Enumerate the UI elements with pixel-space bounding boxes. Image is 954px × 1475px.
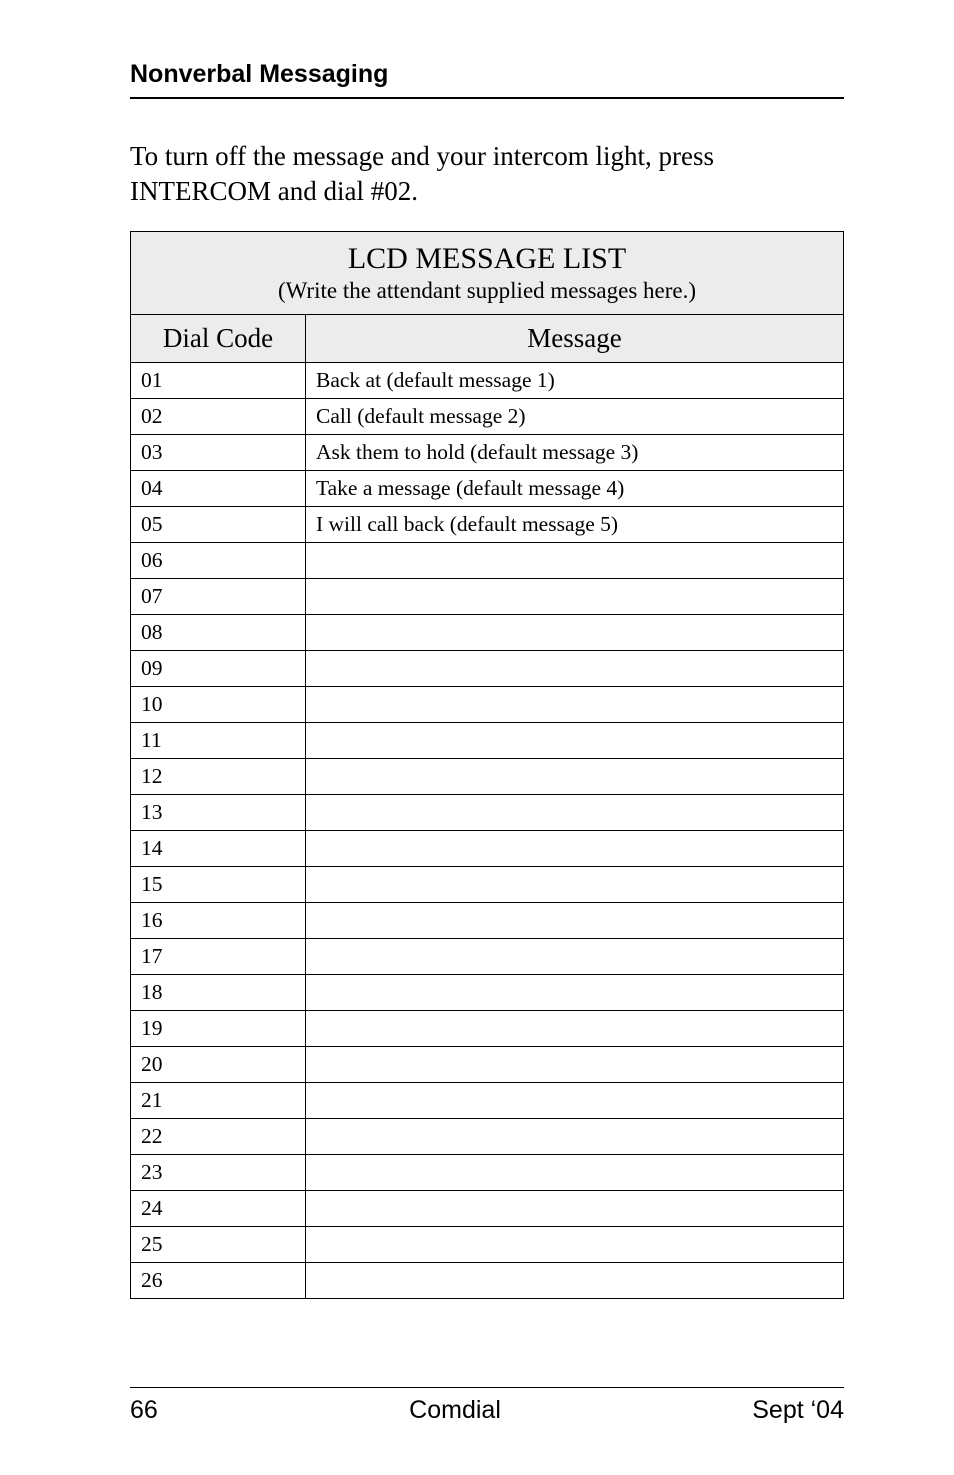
dial-code-cell: 24: [131, 1191, 306, 1227]
message-cell: [306, 1191, 844, 1227]
footer-divider: [130, 1387, 844, 1388]
table-row: 01Back at (default message 1): [131, 363, 844, 399]
dial-code-cell: 15: [131, 867, 306, 903]
table-row: 04Take a message (default message 4): [131, 471, 844, 507]
page-footer: 66 Comdial Sept ‘04: [130, 1387, 844, 1425]
message-cell: [306, 615, 844, 651]
col-header-message: Message: [306, 315, 844, 363]
section-heading: Nonverbal Messaging: [130, 60, 844, 89]
table-row: 02Call (default message 2): [131, 399, 844, 435]
message-cell: [306, 651, 844, 687]
table-subtitle: (Write the attendant supplied messages h…: [139, 278, 835, 304]
dial-code-cell: 05: [131, 507, 306, 543]
table-row: 15: [131, 867, 844, 903]
message-cell: [306, 795, 844, 831]
dial-code-cell: 10: [131, 687, 306, 723]
message-cell: [306, 1227, 844, 1263]
table-row: 07: [131, 579, 844, 615]
table-row: 16: [131, 903, 844, 939]
dial-code-cell: 17: [131, 939, 306, 975]
message-cell: [306, 1155, 844, 1191]
message-cell: [306, 579, 844, 615]
message-cell: [306, 903, 844, 939]
table-row: 25: [131, 1227, 844, 1263]
table-row: 03Ask them to hold (default message 3): [131, 435, 844, 471]
intro-paragraph: To turn off the message and your interco…: [130, 139, 844, 209]
section-divider: [130, 97, 844, 99]
table-row: 11: [131, 723, 844, 759]
footer-date: Sept ‘04: [752, 1396, 844, 1425]
message-cell: [306, 975, 844, 1011]
table-row: 22: [131, 1119, 844, 1155]
dial-code-cell: 07: [131, 579, 306, 615]
table-row: 12: [131, 759, 844, 795]
dial-code-cell: 11: [131, 723, 306, 759]
table-row: 05I will call back (default message 5): [131, 507, 844, 543]
dial-code-cell: 03: [131, 435, 306, 471]
message-cell: I will call back (default message 5): [306, 507, 844, 543]
message-cell: [306, 1047, 844, 1083]
message-cell: [306, 543, 844, 579]
dial-code-cell: 20: [131, 1047, 306, 1083]
message-cell: [306, 1083, 844, 1119]
dial-code-cell: 23: [131, 1155, 306, 1191]
table-row: 08: [131, 615, 844, 651]
dial-code-cell: 19: [131, 1011, 306, 1047]
table-title: LCD MESSAGE LIST: [139, 242, 835, 276]
message-cell: Back at (default message 1): [306, 363, 844, 399]
message-cell: [306, 1263, 844, 1299]
dial-code-cell: 16: [131, 903, 306, 939]
message-cell: [306, 1119, 844, 1155]
table-row: 26: [131, 1263, 844, 1299]
dial-code-cell: 08: [131, 615, 306, 651]
dial-code-cell: 09: [131, 651, 306, 687]
table-row: 10: [131, 687, 844, 723]
dial-code-cell: 26: [131, 1263, 306, 1299]
message-cell: Call (default message 2): [306, 399, 844, 435]
dial-code-cell: 06: [131, 543, 306, 579]
dial-code-cell: 12: [131, 759, 306, 795]
footer-page-number: 66: [130, 1396, 158, 1425]
message-cell: [306, 939, 844, 975]
message-cell: [306, 831, 844, 867]
dial-code-cell: 14: [131, 831, 306, 867]
table-row: 14: [131, 831, 844, 867]
table-row: 18: [131, 975, 844, 1011]
dial-code-cell: 13: [131, 795, 306, 831]
table-title-cell: LCD MESSAGE LIST (Write the attendant su…: [131, 232, 844, 315]
footer-brand: Comdial: [409, 1396, 501, 1425]
message-cell: [306, 759, 844, 795]
message-cell: [306, 687, 844, 723]
table-row: 06: [131, 543, 844, 579]
dial-code-cell: 18: [131, 975, 306, 1011]
message-cell: [306, 867, 844, 903]
dial-code-cell: 21: [131, 1083, 306, 1119]
table-row: 17: [131, 939, 844, 975]
message-cell: [306, 723, 844, 759]
lcd-message-table: LCD MESSAGE LIST (Write the attendant su…: [130, 231, 844, 1299]
col-header-dial: Dial Code: [131, 315, 306, 363]
table-row: 13: [131, 795, 844, 831]
message-cell: Take a message (default message 4): [306, 471, 844, 507]
dial-code-cell: 25: [131, 1227, 306, 1263]
table-row: 19: [131, 1011, 844, 1047]
table-row: 24: [131, 1191, 844, 1227]
dial-code-cell: 02: [131, 399, 306, 435]
table-row: 23: [131, 1155, 844, 1191]
dial-code-cell: 22: [131, 1119, 306, 1155]
table-row: 09: [131, 651, 844, 687]
table-row: 20: [131, 1047, 844, 1083]
message-cell: Ask them to hold (default message 3): [306, 435, 844, 471]
dial-code-cell: 04: [131, 471, 306, 507]
message-cell: [306, 1011, 844, 1047]
table-row: 21: [131, 1083, 844, 1119]
dial-code-cell: 01: [131, 363, 306, 399]
